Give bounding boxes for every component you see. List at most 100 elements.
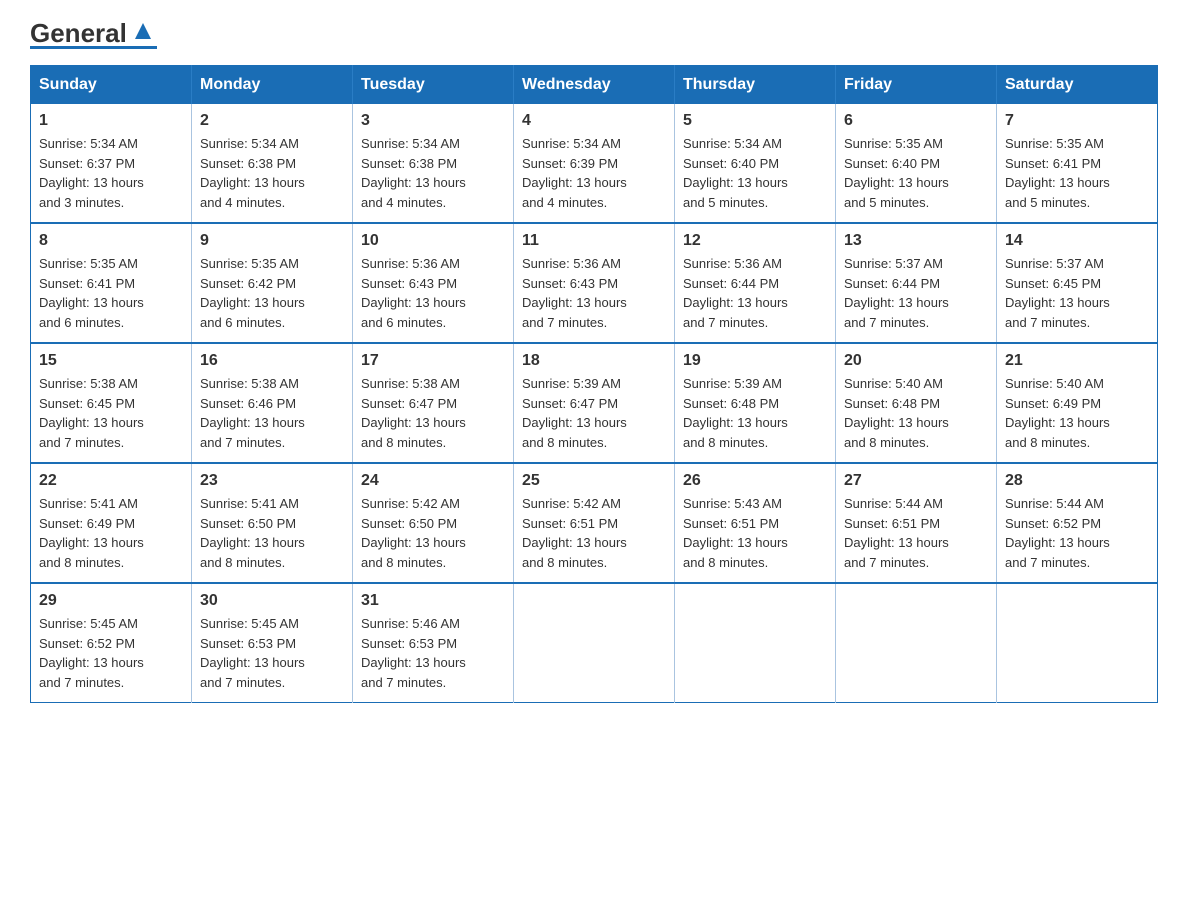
calendar-cell: 30 Sunrise: 5:45 AMSunset: 6:53 PMDaylig…: [192, 583, 353, 703]
calendar-header-row: SundayMondayTuesdayWednesdayThursdayFrid…: [31, 66, 1158, 105]
page-header: General: [30, 20, 1158, 49]
day-number: 1: [39, 112, 183, 130]
calendar-cell: 1 Sunrise: 5:34 AMSunset: 6:37 PMDayligh…: [31, 104, 192, 223]
day-number: 22: [39, 472, 183, 490]
calendar-cell: 14 Sunrise: 5:37 AMSunset: 6:45 PMDaylig…: [997, 223, 1158, 343]
day-info: Sunrise: 5:42 AMSunset: 6:51 PMDaylight:…: [522, 494, 666, 572]
calendar-cell: 26 Sunrise: 5:43 AMSunset: 6:51 PMDaylig…: [675, 463, 836, 583]
calendar-cell: 24 Sunrise: 5:42 AMSunset: 6:50 PMDaylig…: [353, 463, 514, 583]
calendar-cell: 10 Sunrise: 5:36 AMSunset: 6:43 PMDaylig…: [353, 223, 514, 343]
calendar-cell: 29 Sunrise: 5:45 AMSunset: 6:52 PMDaylig…: [31, 583, 192, 703]
day-number: 11: [522, 232, 666, 250]
weekday-header-thursday: Thursday: [675, 66, 836, 105]
day-number: 19: [683, 352, 827, 370]
day-info: Sunrise: 5:42 AMSunset: 6:50 PMDaylight:…: [361, 494, 505, 572]
day-number: 21: [1005, 352, 1149, 370]
day-info: Sunrise: 5:35 AMSunset: 6:40 PMDaylight:…: [844, 134, 988, 212]
calendar-cell: 16 Sunrise: 5:38 AMSunset: 6:46 PMDaylig…: [192, 343, 353, 463]
day-info: Sunrise: 5:38 AMSunset: 6:46 PMDaylight:…: [200, 374, 344, 452]
calendar-cell: 12 Sunrise: 5:36 AMSunset: 6:44 PMDaylig…: [675, 223, 836, 343]
day-info: Sunrise: 5:36 AMSunset: 6:43 PMDaylight:…: [522, 254, 666, 332]
logo: General: [30, 20, 157, 49]
calendar-cell: 17 Sunrise: 5:38 AMSunset: 6:47 PMDaylig…: [353, 343, 514, 463]
day-number: 15: [39, 352, 183, 370]
day-info: Sunrise: 5:34 AMSunset: 6:40 PMDaylight:…: [683, 134, 827, 212]
weekday-header-tuesday: Tuesday: [353, 66, 514, 105]
day-number: 12: [683, 232, 827, 250]
day-info: Sunrise: 5:46 AMSunset: 6:53 PMDaylight:…: [361, 614, 505, 692]
day-info: Sunrise: 5:44 AMSunset: 6:52 PMDaylight:…: [1005, 494, 1149, 572]
day-number: 25: [522, 472, 666, 490]
day-number: 7: [1005, 112, 1149, 130]
calendar-cell: 23 Sunrise: 5:41 AMSunset: 6:50 PMDaylig…: [192, 463, 353, 583]
calendar-cell: 3 Sunrise: 5:34 AMSunset: 6:38 PMDayligh…: [353, 104, 514, 223]
day-number: 5: [683, 112, 827, 130]
day-number: 31: [361, 592, 505, 610]
day-number: 20: [844, 352, 988, 370]
day-number: 4: [522, 112, 666, 130]
logo-triangle-icon: [129, 17, 157, 45]
calendar-cell: 31 Sunrise: 5:46 AMSunset: 6:53 PMDaylig…: [353, 583, 514, 703]
calendar-cell: 18 Sunrise: 5:39 AMSunset: 6:47 PMDaylig…: [514, 343, 675, 463]
day-number: 16: [200, 352, 344, 370]
day-number: 23: [200, 472, 344, 490]
day-number: 3: [361, 112, 505, 130]
calendar-cell: 9 Sunrise: 5:35 AMSunset: 6:42 PMDayligh…: [192, 223, 353, 343]
day-number: 9: [200, 232, 344, 250]
day-number: 8: [39, 232, 183, 250]
day-number: 30: [200, 592, 344, 610]
day-info: Sunrise: 5:34 AMSunset: 6:37 PMDaylight:…: [39, 134, 183, 212]
weekday-header-wednesday: Wednesday: [514, 66, 675, 105]
calendar-cell: 8 Sunrise: 5:35 AMSunset: 6:41 PMDayligh…: [31, 223, 192, 343]
calendar-cell: 22 Sunrise: 5:41 AMSunset: 6:49 PMDaylig…: [31, 463, 192, 583]
day-number: 10: [361, 232, 505, 250]
day-number: 29: [39, 592, 183, 610]
day-info: Sunrise: 5:35 AMSunset: 6:42 PMDaylight:…: [200, 254, 344, 332]
day-info: Sunrise: 5:43 AMSunset: 6:51 PMDaylight:…: [683, 494, 827, 572]
calendar-cell: 11 Sunrise: 5:36 AMSunset: 6:43 PMDaylig…: [514, 223, 675, 343]
day-number: 6: [844, 112, 988, 130]
calendar-cell: [514, 583, 675, 703]
day-info: Sunrise: 5:34 AMSunset: 6:38 PMDaylight:…: [200, 134, 344, 212]
calendar-cell: 13 Sunrise: 5:37 AMSunset: 6:44 PMDaylig…: [836, 223, 997, 343]
day-info: Sunrise: 5:40 AMSunset: 6:48 PMDaylight:…: [844, 374, 988, 452]
calendar-cell: 5 Sunrise: 5:34 AMSunset: 6:40 PMDayligh…: [675, 104, 836, 223]
calendar-cell: 19 Sunrise: 5:39 AMSunset: 6:48 PMDaylig…: [675, 343, 836, 463]
calendar-cell: [675, 583, 836, 703]
day-info: Sunrise: 5:34 AMSunset: 6:39 PMDaylight:…: [522, 134, 666, 212]
day-info: Sunrise: 5:34 AMSunset: 6:38 PMDaylight:…: [361, 134, 505, 212]
day-info: Sunrise: 5:40 AMSunset: 6:49 PMDaylight:…: [1005, 374, 1149, 452]
day-info: Sunrise: 5:41 AMSunset: 6:50 PMDaylight:…: [200, 494, 344, 572]
calendar-week-row: 15 Sunrise: 5:38 AMSunset: 6:45 PMDaylig…: [31, 343, 1158, 463]
calendar-cell: [836, 583, 997, 703]
day-number: 28: [1005, 472, 1149, 490]
calendar-cell: 20 Sunrise: 5:40 AMSunset: 6:48 PMDaylig…: [836, 343, 997, 463]
day-info: Sunrise: 5:37 AMSunset: 6:45 PMDaylight:…: [1005, 254, 1149, 332]
day-info: Sunrise: 5:36 AMSunset: 6:44 PMDaylight:…: [683, 254, 827, 332]
day-number: 13: [844, 232, 988, 250]
day-info: Sunrise: 5:35 AMSunset: 6:41 PMDaylight:…: [39, 254, 183, 332]
calendar-cell: 28 Sunrise: 5:44 AMSunset: 6:52 PMDaylig…: [997, 463, 1158, 583]
calendar-cell: 27 Sunrise: 5:44 AMSunset: 6:51 PMDaylig…: [836, 463, 997, 583]
calendar-cell: 21 Sunrise: 5:40 AMSunset: 6:49 PMDaylig…: [997, 343, 1158, 463]
day-info: Sunrise: 5:44 AMSunset: 6:51 PMDaylight:…: [844, 494, 988, 572]
logo-general: General: [30, 20, 127, 46]
day-number: 27: [844, 472, 988, 490]
calendar-cell: 7 Sunrise: 5:35 AMSunset: 6:41 PMDayligh…: [997, 104, 1158, 223]
day-info: Sunrise: 5:37 AMSunset: 6:44 PMDaylight:…: [844, 254, 988, 332]
day-info: Sunrise: 5:45 AMSunset: 6:53 PMDaylight:…: [200, 614, 344, 692]
calendar-week-row: 8 Sunrise: 5:35 AMSunset: 6:41 PMDayligh…: [31, 223, 1158, 343]
day-number: 24: [361, 472, 505, 490]
day-number: 17: [361, 352, 505, 370]
calendar-cell: 4 Sunrise: 5:34 AMSunset: 6:39 PMDayligh…: [514, 104, 675, 223]
day-number: 18: [522, 352, 666, 370]
calendar-week-row: 22 Sunrise: 5:41 AMSunset: 6:49 PMDaylig…: [31, 463, 1158, 583]
calendar-cell: [997, 583, 1158, 703]
day-number: 14: [1005, 232, 1149, 250]
day-number: 2: [200, 112, 344, 130]
weekday-header-monday: Monday: [192, 66, 353, 105]
day-info: Sunrise: 5:45 AMSunset: 6:52 PMDaylight:…: [39, 614, 183, 692]
day-number: 26: [683, 472, 827, 490]
calendar-table: SundayMondayTuesdayWednesdayThursdayFrid…: [30, 65, 1158, 703]
calendar-week-row: 1 Sunrise: 5:34 AMSunset: 6:37 PMDayligh…: [31, 104, 1158, 223]
